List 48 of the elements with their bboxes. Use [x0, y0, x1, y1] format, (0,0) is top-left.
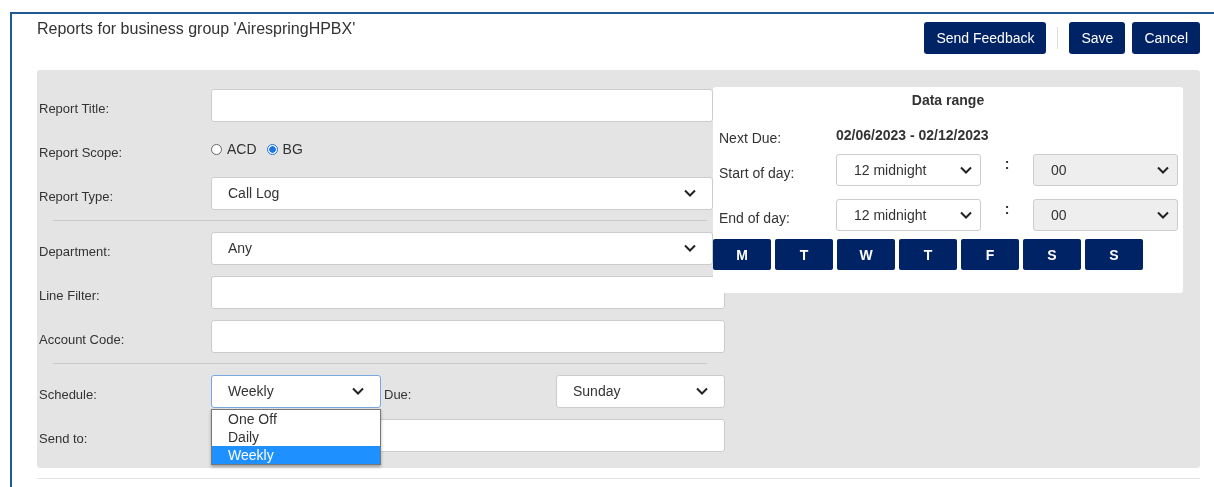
time-separator: :: [1003, 200, 1011, 217]
chevron-icon: [960, 210, 972, 219]
weekday-button[interactable]: W: [837, 239, 895, 270]
toolbar-button[interactable]: Cancel: [1132, 22, 1200, 54]
text-field[interactable]: [211, 275, 725, 309]
field-label: Send to:: [39, 429, 89, 446]
field-label: Report Title:: [39, 99, 111, 116]
field-label: Report Scope:: [39, 143, 124, 160]
date-range-text: 02/06/2023 - 02/12/2023: [836, 127, 989, 143]
select-field[interactable]: Any: [211, 231, 713, 265]
radio-button[interactable]: BG: [266, 141, 303, 157]
weekday-button[interactable]: S: [1023, 239, 1081, 270]
time-separator: :: [1003, 155, 1011, 172]
weekday-button[interactable]: M: [713, 239, 771, 270]
field-label: Due:: [384, 385, 412, 402]
chevron-icon: [352, 387, 364, 395]
weekday-button[interactable]: T: [775, 239, 833, 270]
chevron-icon: [696, 387, 708, 395]
text-field[interactable]: [211, 88, 713, 122]
field-label: Department:: [39, 242, 112, 259]
field-label: Start of day:: [719, 163, 796, 181]
field-label: Schedule:: [39, 385, 98, 402]
chevron-icon: [684, 189, 696, 197]
radio-button[interactable]: ACD: [211, 141, 257, 157]
field-label: Account Code:: [39, 330, 126, 347]
field-label: Report Type:: [39, 187, 115, 204]
field-label: Line Filter:: [39, 286, 101, 303]
chevron-icon: [960, 165, 972, 174]
hour-select[interactable]: 12 midnight: [836, 198, 981, 231]
chevron-icon: [684, 244, 696, 252]
hour-select[interactable]: 12 midnight: [836, 153, 981, 186]
weekday-button[interactable]: T: [899, 239, 957, 270]
field-label: Next Due:: [719, 129, 783, 146]
card-title: Data range: [910, 92, 986, 108]
dropdown-option[interactable]: Daily: [212, 427, 380, 446]
toolbar-button[interactable]: Save: [1069, 22, 1126, 54]
text-field[interactable]: [211, 319, 725, 353]
schedule-select[interactable]: Weekly: [211, 374, 381, 408]
toolbar-button[interactable]: Send Feedback: [924, 22, 1047, 54]
field-label: End of day:: [719, 208, 791, 226]
page-title: Reports for business group 'AirespringHPBX': [37, 20, 356, 38]
weekday-button[interactable]: S: [1085, 239, 1143, 270]
dropdown-option[interactable]: One Off: [212, 409, 380, 428]
weekday-button[interactable]: F: [961, 239, 1019, 270]
chevron-icon: [1157, 210, 1169, 219]
select-field[interactable]: Sunday: [556, 374, 725, 408]
select-field[interactable]: Call Log: [211, 176, 713, 210]
chevron-icon: [1157, 165, 1169, 174]
